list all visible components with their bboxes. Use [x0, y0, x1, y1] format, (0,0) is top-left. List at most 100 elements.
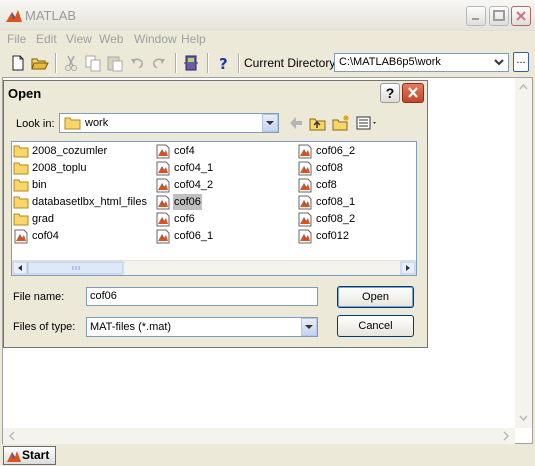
- maximize-icon: [493, 10, 505, 21]
- matlab-file-icon: [297, 194, 313, 210]
- file-item-label: 2008_cozumler: [32, 145, 108, 157]
- file-item-label: cof4: [174, 145, 195, 157]
- cut-button[interactable]: [60, 53, 82, 73]
- back-arrow-icon: [290, 117, 302, 129]
- matlab-file-icon: [155, 177, 171, 193]
- new-folder-button[interactable]: [332, 114, 350, 132]
- current-directory-dropdown[interactable]: [490, 54, 508, 71]
- up-folder-icon: [309, 118, 326, 131]
- open-folder-icon: [31, 58, 49, 70]
- close-icon: [408, 87, 418, 98]
- matlab-logo-icon: [7, 451, 21, 462]
- view-menu-icon: [356, 116, 376, 130]
- close-window-button[interactable]: [511, 6, 531, 26]
- title-bar: [0, 0, 535, 31]
- browse-directory-button[interactable]: ...: [513, 52, 529, 72]
- redo-button[interactable]: [148, 53, 170, 73]
- cancel-button[interactable]: Cancel: [337, 315, 414, 337]
- undo-icon: [131, 58, 143, 69]
- matlab-file-icon: [297, 160, 313, 176]
- menu-help[interactable]: Help: [181, 31, 206, 47]
- up-folder-button[interactable]: [309, 114, 327, 132]
- folder-icon: [13, 143, 29, 159]
- new-file-button[interactable]: [7, 53, 29, 73]
- folder-icon: [13, 194, 29, 210]
- folder-icon: [13, 211, 29, 227]
- help-button[interactable]: ?: [213, 53, 235, 73]
- dialog-close-button[interactable]: [402, 83, 424, 103]
- file-item-label: cof6: [174, 213, 195, 225]
- dialog-title: Open: [8, 86, 42, 101]
- matlab-file-icon: [297, 211, 313, 227]
- matlab-file-icon: [297, 143, 313, 159]
- dialog-help-button[interactable]: ?: [380, 83, 400, 103]
- file-item-label: 2008_toplu: [32, 162, 87, 174]
- chevron-down-icon: [305, 325, 313, 329]
- matlab-file-icon: [297, 228, 313, 244]
- chevron-down-icon: [266, 121, 274, 125]
- open-button[interactable]: Open: [337, 286, 414, 308]
- back-button[interactable]: [287, 114, 305, 132]
- file-item-label: cof06_2: [316, 145, 356, 157]
- files-of-type-dropdown[interactable]: [301, 318, 317, 336]
- vertical-scrollbar[interactable]: [515, 78, 532, 428]
- matlab-file-icon: [155, 194, 171, 210]
- copy-icon: [85, 55, 101, 72]
- file-item-label: cof04_1: [174, 162, 214, 174]
- matlab-file-icon: [155, 228, 171, 244]
- file-item-label: grad: [32, 213, 55, 225]
- file-item-label: databasetlbx_html_files: [32, 196, 147, 208]
- file-name-label: File name:: [13, 291, 65, 303]
- redo-icon: [153, 58, 165, 69]
- menu-edit[interactable]: Edit: [36, 31, 57, 47]
- maximize-button[interactable]: [489, 6, 509, 26]
- file-name-input[interactable]: cof06: [86, 287, 318, 306]
- window-title: MATLAB: [25, 8, 77, 23]
- matlab-logo-icon: [5, 8, 23, 24]
- file-item-label: cof04: [32, 230, 59, 242]
- file-list-scrollbar[interactable]: [12, 260, 416, 275]
- chevron-down-icon: [494, 59, 504, 66]
- file-item-label: cof8: [316, 179, 337, 191]
- menu-file[interactable]: File: [7, 31, 26, 47]
- simulink-button[interactable]: [180, 53, 202, 73]
- file-item-label: cof08_2: [316, 213, 356, 225]
- view-menu-button[interactable]: [355, 114, 379, 132]
- menu-view[interactable]: View: [66, 31, 92, 47]
- horizontal-scrollbar[interactable]: [3, 428, 515, 444]
- current-directory-label: Current Directory:: [244, 56, 339, 70]
- file-item-label: cof08_1: [316, 196, 356, 208]
- file-item-label: bin: [32, 179, 47, 191]
- file-item-label: cof012: [316, 230, 350, 242]
- open-file-button[interactable]: [29, 53, 51, 73]
- paste-button[interactable]: [104, 53, 126, 73]
- start-label: Start: [22, 448, 50, 462]
- paste-icon: [107, 56, 123, 72]
- look-in-value: work: [85, 117, 109, 129]
- file-item-label: cof08: [316, 162, 343, 174]
- scroll-arrows-icon: [12, 261, 416, 275]
- copy-button[interactable]: [82, 53, 104, 73]
- look-in-dropdown[interactable]: [262, 114, 278, 132]
- menu-web[interactable]: Web: [99, 31, 123, 47]
- matlab-file-icon: [155, 143, 171, 159]
- undo-button[interactable]: [126, 53, 148, 73]
- menu-window[interactable]: Window: [134, 31, 177, 47]
- simulink-icon: [184, 55, 198, 71]
- close-icon: [516, 11, 526, 21]
- folder-icon: [64, 117, 81, 130]
- help-icon: ?: [219, 55, 228, 73]
- look-in-label: Look in:: [16, 118, 55, 130]
- file-item-label: cof06: [173, 194, 202, 210]
- cut-icon: [65, 55, 77, 71]
- current-directory-value: C:\MATLAB6p5\work: [339, 56, 441, 68]
- folder-icon: [13, 160, 29, 176]
- status-bar: [0, 444, 535, 466]
- scroll-arrows-icon: [519, 83, 528, 422]
- matlab-file-icon: [155, 211, 171, 227]
- file-item-label: cof06_1: [174, 230, 214, 242]
- matlab-file-icon: [13, 228, 29, 244]
- minimize-icon: [472, 18, 479, 20]
- minimize-button[interactable]: [466, 6, 486, 26]
- new-file-icon: [12, 55, 24, 71]
